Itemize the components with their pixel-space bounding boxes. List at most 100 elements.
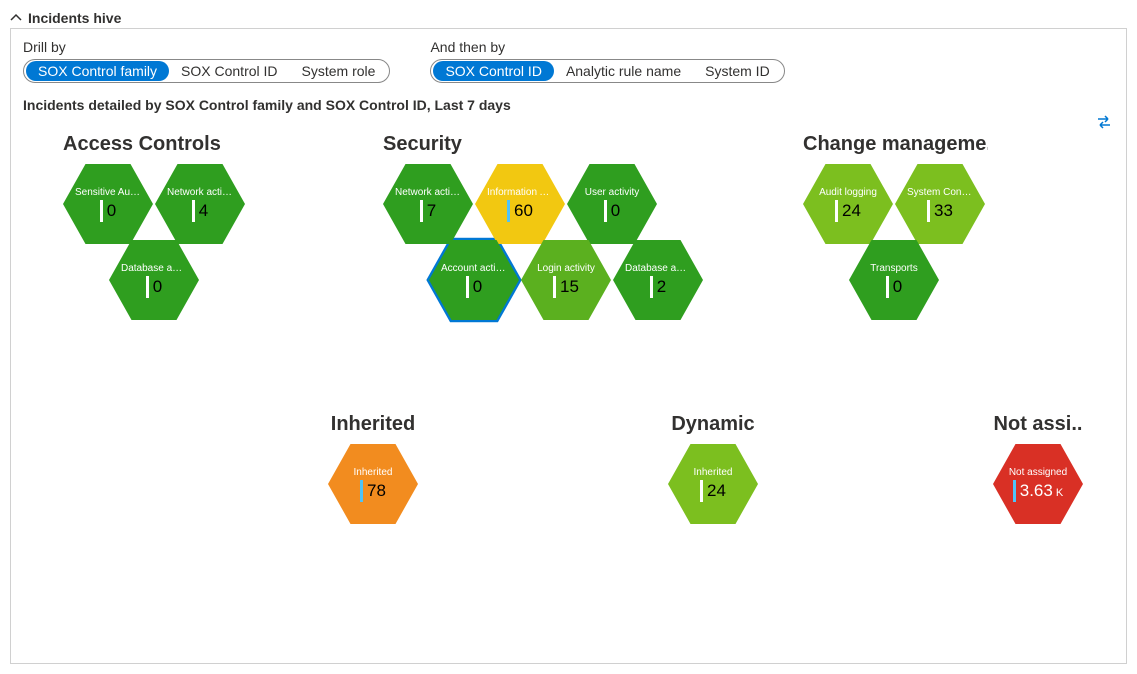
hex-wrap: Network activ... 7 Information A... 60 User …	[383, 164, 683, 334]
hex-value-row: 0	[100, 200, 116, 222]
hex-tile[interactable]: Transports 0	[849, 240, 939, 320]
hex-label: Transports	[864, 263, 923, 274]
hex-value: 3.63 K	[1020, 481, 1064, 501]
hex-tile[interactable]: System Confi...33	[895, 164, 985, 244]
hex-bar-icon	[886, 276, 889, 298]
cluster-title: Not assi..	[993, 413, 1083, 436]
hex-label: Database acti...	[619, 263, 697, 274]
hex-value: 24	[707, 481, 726, 501]
hex-tile[interactable]: Inherited24	[668, 444, 758, 524]
hex-value-row: 33	[927, 200, 953, 222]
hex-label: Not assigned	[1003, 467, 1073, 478]
hex-value: 33	[934, 201, 953, 221]
cluster-title: Change manageme..	[803, 133, 988, 156]
hex-value-row: 2	[650, 276, 666, 298]
hex-label: Information A...	[481, 187, 559, 198]
hex-tile[interactable]: Database acti... 2	[613, 240, 703, 320]
hex-value: 0	[611, 201, 620, 221]
hex-value-row: 7	[420, 200, 436, 222]
hex-value: 0	[893, 277, 902, 297]
hex-value-row: 0	[466, 276, 482, 298]
cluster: Security Network activ... 7 Information A..…	[383, 133, 683, 334]
hex-wrap: Inherited24	[623, 444, 803, 614]
hex-value: 0	[473, 277, 482, 297]
hex-label: Account activity	[435, 263, 513, 274]
hex-value-row: 24	[700, 480, 726, 502]
pill-sox-control-id-2[interactable]: SOX Control ID	[433, 61, 553, 81]
hex-value-row: 78	[360, 480, 386, 502]
hex-value: 0	[153, 277, 162, 297]
hex-bar-icon	[1013, 480, 1016, 502]
and-then-by-label: And then by	[430, 39, 784, 55]
hex-bar-icon	[700, 480, 703, 502]
hex-bar-icon	[604, 200, 607, 222]
hex-value-row: 4	[192, 200, 208, 222]
hex-value: 7	[427, 201, 436, 221]
pill-system-role[interactable]: System role	[290, 61, 388, 81]
hex-bar-icon	[507, 200, 510, 222]
pill-sox-control-family[interactable]: SOX Control family	[26, 61, 169, 81]
hex-tile[interactable]: Account activity 0	[429, 240, 519, 320]
hex-bar-icon	[927, 200, 930, 222]
section-header[interactable]: Incidents hive	[10, 10, 1127, 26]
hex-value: 15	[560, 277, 579, 297]
drill-by-pills: SOX Control family SOX Control ID System…	[23, 59, 390, 83]
hex-bar-icon	[650, 276, 653, 298]
hex-bar-icon	[146, 276, 149, 298]
cluster: Not assi.. Not assigned 3.63 K	[993, 413, 1083, 614]
cluster-title: Access Controls	[63, 133, 323, 156]
cluster: Change manageme.. Audit logging 24 System C…	[803, 133, 988, 334]
hex-label: Sensitive Auth...	[69, 187, 147, 198]
hex-label: Network activ...	[389, 187, 467, 198]
hex-bar-icon	[553, 276, 556, 298]
section-title: Incidents hive	[28, 10, 121, 26]
hex-wrap: Inherited 78	[283, 444, 463, 614]
hex-tile[interactable]: User activity 0	[567, 164, 657, 244]
hex-value-row: 15	[553, 276, 579, 298]
hex-value: 60	[514, 201, 533, 221]
swap-view-icon[interactable]	[1096, 114, 1112, 133]
pill-system-id[interactable]: System ID	[693, 61, 782, 81]
hex-wrap: Audit logging24System Confi...33Transpor…	[803, 164, 988, 334]
hex-value-row: 0	[146, 276, 162, 298]
hex-value-row: 0	[886, 276, 902, 298]
hex-wrap: Not assigned 3.63 K	[993, 444, 1083, 614]
hex-tile[interactable]: Database acti... 0	[109, 240, 199, 320]
hex-tile[interactable]: Login activity 15	[521, 240, 611, 320]
hex-tile[interactable]: Network activ... 7	[383, 164, 473, 244]
pill-analytic-rule-name[interactable]: Analytic rule name	[554, 61, 693, 81]
drill-by-label: Drill by	[23, 39, 390, 55]
hex-tile[interactable]: Audit logging 24	[803, 164, 893, 244]
hex-value: 4	[199, 201, 208, 221]
cluster-title: Dynamic	[623, 413, 803, 436]
pill-sox-control-id[interactable]: SOX Control ID	[169, 61, 289, 81]
hex-label: Database acti...	[115, 263, 193, 274]
incidents-hive-panel: Drill by SOX Control family SOX Control …	[10, 28, 1127, 664]
hex-label: User activity	[579, 187, 645, 198]
chart-subtitle: Incidents detailed by SOX Control family…	[23, 97, 1114, 113]
hex-tile[interactable]: Inherited 78	[328, 444, 418, 524]
hex-bar-icon	[192, 200, 195, 222]
hex-label: Audit logging	[813, 187, 883, 198]
drill-controls: Drill by SOX Control family SOX Control …	[23, 39, 1114, 83]
hex-bar-icon	[466, 276, 469, 298]
hex-value: 0	[107, 201, 116, 221]
hex-tile[interactable]: Not assigned 3.63 K	[993, 444, 1083, 524]
cluster-title: Security	[383, 133, 683, 156]
hex-tile[interactable]: Information A... 60	[475, 164, 565, 244]
hex-bar-icon	[360, 480, 363, 502]
hex-label: Inherited	[348, 467, 399, 478]
hex-tile[interactable]: Sensitive Auth... 0	[63, 164, 153, 244]
and-then-by-pills: SOX Control ID Analytic rule name System…	[430, 59, 784, 83]
hive-chart: Access ControlsSensitive Auth...0Network…	[23, 133, 1103, 633]
hex-label: Network activ...	[161, 187, 239, 198]
hex-value-row: 0	[604, 200, 620, 222]
hex-tile[interactable]: Network activ... 4	[155, 164, 245, 244]
hex-value: 78	[367, 481, 386, 501]
cluster-title: Inherited	[283, 413, 463, 436]
hex-value: 24	[842, 201, 861, 221]
hex-bar-icon	[100, 200, 103, 222]
hex-value-row: 24	[835, 200, 861, 222]
hex-label: Login activity	[531, 263, 601, 274]
hex-wrap: Sensitive Auth...0Network activ...4Datab…	[63, 164, 323, 334]
